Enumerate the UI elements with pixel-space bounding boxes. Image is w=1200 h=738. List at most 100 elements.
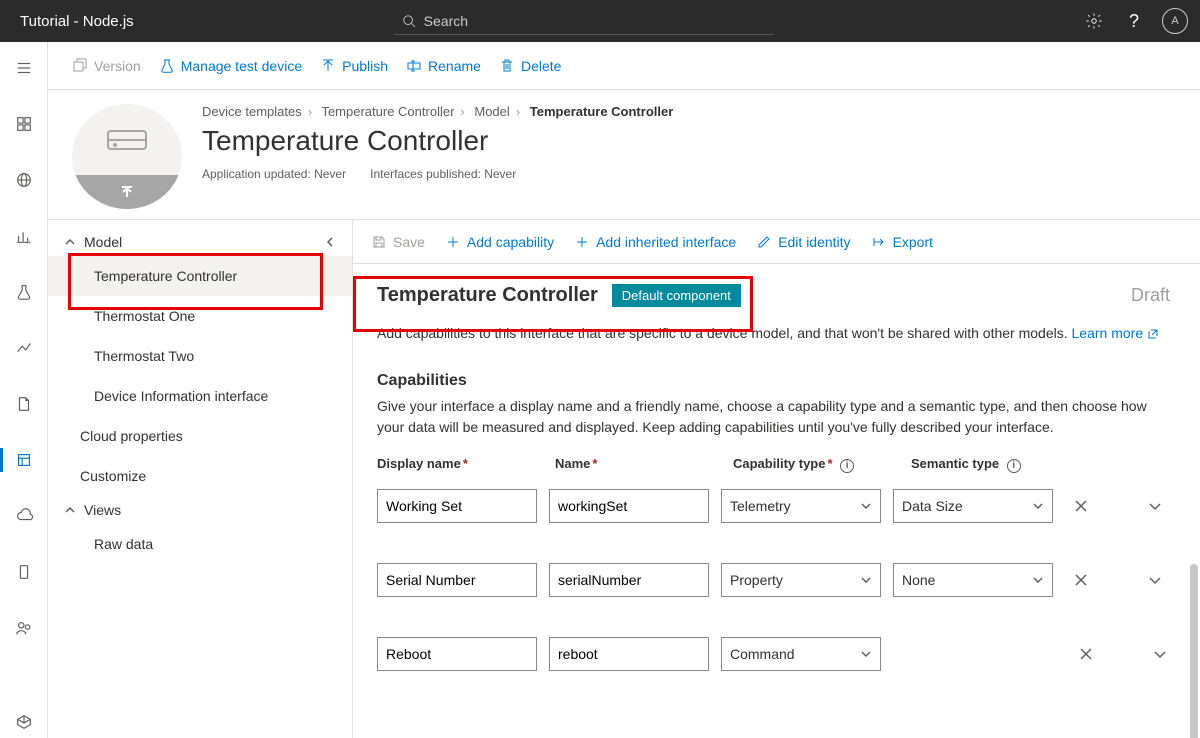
publish-icon xyxy=(320,58,336,74)
search-box[interactable]: Search xyxy=(394,7,774,35)
rail-files[interactable] xyxy=(0,388,48,420)
info-icon[interactable]: i xyxy=(840,459,854,473)
flask-icon xyxy=(15,283,33,301)
model-section-header[interactable]: Model xyxy=(48,228,352,256)
chevron-down-icon[interactable] xyxy=(1147,498,1163,514)
save-button[interactable]: Save xyxy=(371,234,425,250)
rename-button[interactable]: Rename xyxy=(406,58,481,74)
rail-templates[interactable] xyxy=(0,444,48,476)
close-icon[interactable] xyxy=(1073,498,1089,514)
barchart-icon xyxy=(15,227,33,245)
breadcrumb-link-2[interactable]: Model xyxy=(474,104,509,119)
export-icon xyxy=(871,234,887,250)
add-inherited-button[interactable]: Add inherited interface xyxy=(574,234,736,250)
editor-body: Temperature Controller Default component… xyxy=(353,264,1200,738)
rail-jobs[interactable] xyxy=(0,332,48,364)
name-input[interactable] xyxy=(549,489,709,523)
sem-type-select[interactable]: None xyxy=(893,563,1053,597)
linechart-icon xyxy=(15,339,33,357)
chevron-left-icon xyxy=(324,236,336,248)
chevron-down-icon xyxy=(860,574,872,586)
grid-icon xyxy=(15,115,33,133)
tree-item-customize[interactable]: Customize xyxy=(48,456,352,496)
name-input[interactable] xyxy=(549,637,709,671)
page-title: Temperature Controller xyxy=(202,125,1176,157)
cube-icon xyxy=(15,713,33,731)
default-component-badge: Default component xyxy=(612,284,741,307)
capabilities-title: Capabilities xyxy=(377,372,1176,390)
breadcrumb-link-0[interactable]: Device templates xyxy=(202,104,302,119)
delete-button[interactable]: Delete xyxy=(499,58,561,74)
rail-dashboard[interactable] xyxy=(0,108,48,140)
chevron-up-icon xyxy=(64,504,76,516)
views-section-header[interactable]: Views xyxy=(48,496,352,524)
version-label: Version xyxy=(94,58,141,74)
page-header: Device templates› Temperature Controller… xyxy=(48,90,1200,219)
edit-identity-button[interactable]: Edit identity xyxy=(756,234,850,250)
rail-analytics[interactable] xyxy=(0,220,48,252)
template-icon xyxy=(15,451,33,469)
editor-toolbar: Save Add capability Add inherited interf… xyxy=(353,220,1200,264)
header-display-name: Display name* xyxy=(377,456,543,473)
display-name-input[interactable] xyxy=(377,563,537,597)
breadcrumb: Device templates› Temperature Controller… xyxy=(202,104,1176,119)
rail-devices[interactable] xyxy=(0,164,48,196)
help-button[interactable]: ? xyxy=(1122,9,1146,33)
publish-button[interactable]: Publish xyxy=(320,58,388,74)
chevron-down-icon xyxy=(1032,500,1044,512)
tree-item-cloud-properties[interactable]: Cloud properties xyxy=(48,416,352,456)
name-input[interactable] xyxy=(549,563,709,597)
header-name: Name* xyxy=(555,456,721,473)
close-icon[interactable] xyxy=(1073,572,1089,588)
rail-menu-toggle[interactable] xyxy=(0,52,48,84)
breadcrumb-link-1[interactable]: Temperature Controller xyxy=(321,104,454,119)
gear-icon xyxy=(1085,12,1103,30)
interface-header: Temperature Controller Default component… xyxy=(377,284,1176,307)
tree-item-thermostat-two[interactable]: Thermostat Two xyxy=(48,336,352,376)
chevron-down-icon[interactable] xyxy=(1152,646,1168,662)
chevron-down-icon[interactable] xyxy=(1147,572,1163,588)
info-icon[interactable]: i xyxy=(1007,459,1021,473)
display-name-input[interactable] xyxy=(377,489,537,523)
sem-type-select[interactable]: Data Size xyxy=(893,489,1053,523)
upload-arrow-icon xyxy=(118,183,136,201)
cap-type-select[interactable]: Property xyxy=(721,563,881,597)
manage-test-device-button[interactable]: Manage test device xyxy=(159,58,302,74)
tree-item-thermostat-one[interactable]: Thermostat One xyxy=(48,296,352,336)
export-button[interactable]: Export xyxy=(871,234,933,250)
globe-icon xyxy=(15,171,33,189)
file-icon xyxy=(15,395,33,413)
rail-rules[interactable] xyxy=(0,276,48,308)
version-button[interactable]: Version xyxy=(72,58,141,74)
command-bar: Version Manage test device Publish Renam… xyxy=(0,42,1200,90)
capability-row: Telemetry Data Size xyxy=(377,489,1176,523)
external-link-icon xyxy=(1147,328,1159,340)
interfaces-published-meta: Interfaces published: Never xyxy=(370,167,516,181)
add-capability-button[interactable]: Add capability xyxy=(445,234,554,250)
tree-item-raw-data[interactable]: Raw data xyxy=(48,524,352,564)
rename-icon xyxy=(406,58,422,74)
settings-button[interactable] xyxy=(1082,9,1106,33)
plus-icon xyxy=(445,234,461,250)
scrollbar[interactable] xyxy=(1190,264,1198,738)
tree-item-device-info[interactable]: Device Information interface xyxy=(48,376,352,416)
device-drive-icon xyxy=(105,125,149,155)
chevron-down-icon xyxy=(860,648,872,660)
cap-type-select[interactable]: Command xyxy=(721,637,881,671)
rail-users[interactable] xyxy=(0,612,48,644)
rail-settings[interactable] xyxy=(0,706,48,738)
learn-more-link[interactable]: Learn more xyxy=(1072,325,1159,341)
user-avatar[interactable]: A xyxy=(1162,8,1188,34)
add-capability-label: Add capability xyxy=(467,234,554,250)
rail-admin[interactable] xyxy=(0,556,48,588)
tree-item-temp-controller[interactable]: Temperature Controller xyxy=(48,256,352,296)
display-name-input[interactable] xyxy=(377,637,537,671)
scroll-thumb[interactable] xyxy=(1190,564,1198,738)
app-title: Tutorial - Node.js xyxy=(20,13,134,30)
save-label: Save xyxy=(393,234,425,250)
close-icon[interactable] xyxy=(1078,646,1094,662)
delete-label: Delete xyxy=(521,58,561,74)
rail-data[interactable] xyxy=(0,500,48,532)
cap-type-select[interactable]: Telemetry xyxy=(721,489,881,523)
capability-row: Command xyxy=(377,637,1176,671)
